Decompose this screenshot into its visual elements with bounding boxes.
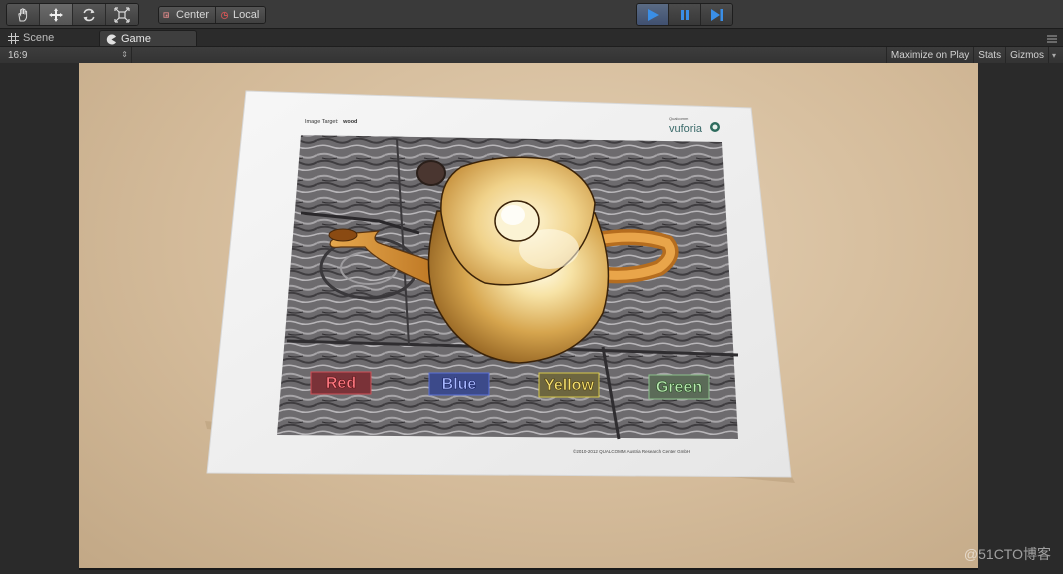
panel-menu-icon[interactable] bbox=[1047, 35, 1057, 43]
game-view-options: Maximize on Play Stats Gizmos ▾ bbox=[885, 47, 1059, 63]
game-view-bottom-edge bbox=[79, 568, 978, 570]
rotation-local-icon bbox=[220, 11, 229, 19]
pivot-toggle-group: Center Local bbox=[158, 6, 267, 24]
pivot-center-button[interactable]: Center bbox=[159, 7, 217, 23]
vuforia-brand: vuforia bbox=[669, 123, 703, 135]
play-icon bbox=[647, 8, 659, 21]
play-button[interactable] bbox=[637, 4, 669, 25]
green-button-label: Green bbox=[656, 379, 702, 396]
image-target-caption: Image Target: wood bbox=[305, 119, 357, 125]
tab-scene-label: Scene bbox=[23, 32, 55, 44]
pivot-center-icon bbox=[163, 11, 169, 18]
aspect-ratio-value: 16:9 bbox=[8, 49, 28, 61]
step-icon bbox=[710, 8, 723, 21]
rotation-local-button[interactable]: Local bbox=[216, 7, 266, 23]
tab-scene[interactable]: Scene bbox=[2, 30, 102, 46]
transform-tools bbox=[6, 3, 139, 26]
yellow-button-label: Yellow bbox=[544, 377, 594, 394]
aspect-ratio-dropdown[interactable]: 16:9 ⇕ bbox=[4, 47, 132, 63]
blue-button-label: Blue bbox=[442, 376, 477, 393]
vuforia-brand-small: Qualcomm bbox=[669, 116, 689, 121]
hand-tool-button[interactable] bbox=[7, 4, 40, 25]
red-button-label: Red bbox=[326, 375, 356, 392]
watermark-text: @51CTO博客 bbox=[963, 546, 1051, 562]
game-pacman-icon bbox=[106, 34, 116, 44]
step-button[interactable] bbox=[701, 4, 732, 25]
view-tab-bar: Scene Game bbox=[0, 29, 1063, 47]
rotate-tool-button[interactable] bbox=[73, 4, 106, 25]
dropdown-arrows-icon: ⇕ bbox=[121, 50, 128, 59]
pause-icon bbox=[680, 9, 689, 20]
game-view-toolbar: 16:9 ⇕ Maximize on Play Stats Gizmos ▾ bbox=[0, 46, 1063, 64]
main-toolbar: Center Local bbox=[0, 0, 1063, 29]
scale-tool-button[interactable] bbox=[106, 4, 138, 25]
game-view-render[interactable]: Image Target: wood Qualcomm vuforia Red … bbox=[79, 63, 978, 568]
stats-toggle[interactable]: Stats bbox=[973, 47, 1005, 63]
tab-game-label: Game bbox=[121, 33, 151, 45]
scale-icon bbox=[114, 6, 130, 23]
hand-icon bbox=[18, 7, 28, 21]
gizmos-toggle[interactable]: Gizmos bbox=[1005, 47, 1048, 63]
pause-button[interactable] bbox=[669, 4, 701, 25]
maximize-on-play-toggle[interactable]: Maximize on Play bbox=[885, 47, 973, 63]
move-icon bbox=[49, 7, 63, 22]
color-button-red: Red bbox=[310, 371, 372, 395]
color-button-green: Green bbox=[648, 374, 710, 400]
gizmos-dropdown-icon[interactable]: ▾ bbox=[1047, 47, 1059, 63]
move-tool-button[interactable] bbox=[40, 4, 73, 25]
ar-scene: Image Target: wood Qualcomm vuforia Red … bbox=[205, 90, 795, 483]
color-button-blue: Blue bbox=[428, 372, 490, 396]
pivot-center-label: Center bbox=[176, 9, 210, 21]
rotation-local-label: Local bbox=[233, 9, 260, 21]
scene-grid-icon bbox=[8, 32, 19, 44]
color-button-yellow: Yellow bbox=[538, 372, 600, 398]
tab-game[interactable]: Game bbox=[99, 30, 197, 47]
rotate-icon bbox=[83, 8, 95, 21]
playback-controls bbox=[636, 3, 733, 26]
copyright-text: ©2010-2012 QUALCOMM Austria Research Cen… bbox=[573, 448, 690, 454]
